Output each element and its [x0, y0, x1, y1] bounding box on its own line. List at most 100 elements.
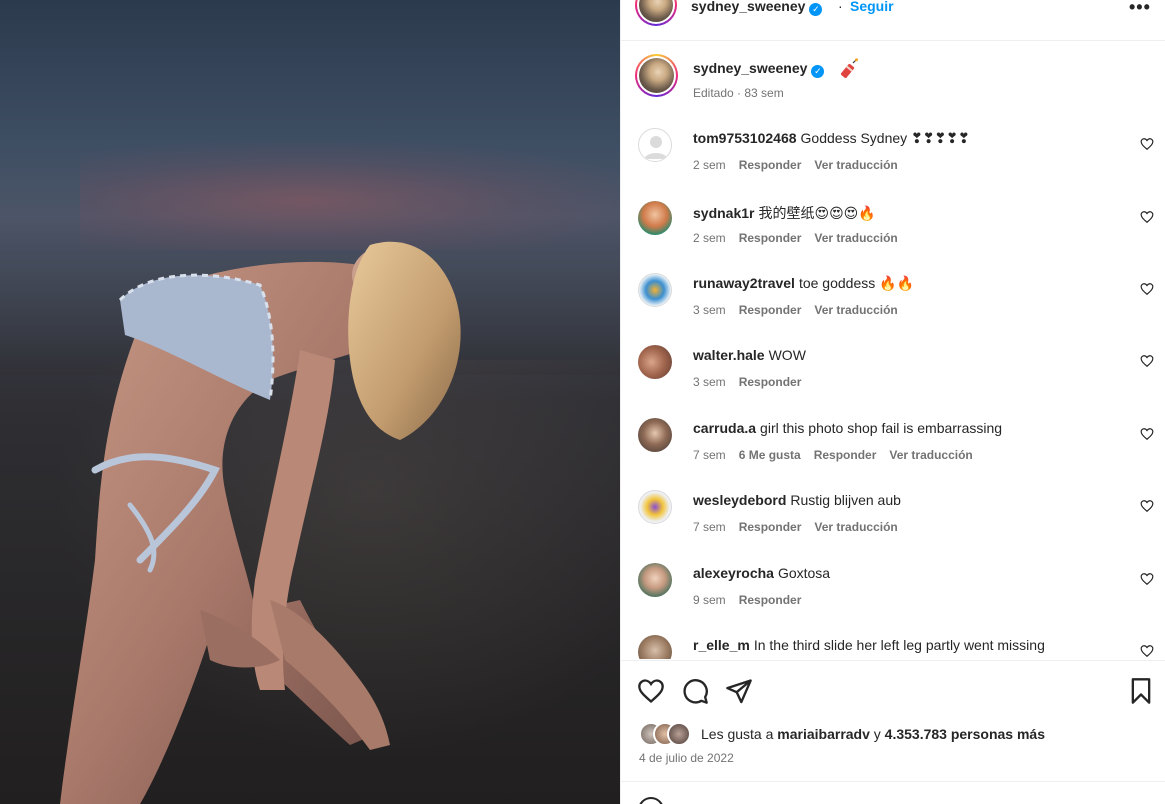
- comment-body: Goxtosa: [777, 565, 831, 581]
- translate-button[interactable]: Ver traducción: [889, 448, 972, 462]
- comment-username[interactable]: walter.hale: [693, 347, 765, 363]
- comment-avatar[interactable]: [638, 201, 672, 235]
- default-avatar-icon: [644, 136, 668, 159]
- comment-username[interactable]: runaway2travel: [693, 275, 795, 291]
- translate-button[interactable]: Ver traducción: [814, 158, 897, 172]
- heart-icon[interactable]: [1140, 572, 1154, 586]
- heart-icon[interactable]: [1140, 137, 1154, 151]
- comment-age: 2 sem: [693, 158, 726, 172]
- caption-meta: Editado · 83 sem: [693, 86, 784, 100]
- comment-username[interactable]: r_elle_m: [693, 637, 750, 653]
- comment-avatar[interactable]: [638, 418, 672, 452]
- comment-item: wesleydebord Rustig blijven aub 7 sem Resp…: [621, 473, 1165, 545]
- comments-list[interactable]: tom9753102468 Goddess Sydney ❣❣❣❣❣ 2 sem R…: [621, 111, 1165, 659]
- author-avatar[interactable]: [635, 0, 677, 26]
- caption-username-text[interactable]: sydney_sweeney: [693, 60, 807, 76]
- comment-text: runaway2travel toe goddess 🔥🔥: [693, 275, 914, 292]
- comment-username[interactable]: alexeyrocha: [693, 565, 774, 581]
- comment-avatar[interactable]: [638, 563, 672, 597]
- verified-icon: ✓: [809, 3, 823, 16]
- comment-icon[interactable]: [681, 677, 709, 705]
- comment-item: r_elle_m In the third slide her left leg …: [621, 618, 1165, 659]
- reply-button[interactable]: Responder: [739, 231, 802, 245]
- comment-item: runaway2travel toe goddess 🔥🔥 3 sem Respon…: [621, 256, 1165, 328]
- comment-text: sydnak1r 我的壁纸😍😍😍🔥: [693, 203, 876, 223]
- liker-avatar[interactable]: [667, 722, 691, 746]
- comment-text: wesleydebord Rustig blijven aub: [693, 492, 901, 508]
- verified-icon: ✓: [811, 65, 825, 78]
- comment-meta: 2 sem Responder Ver traducción: [693, 231, 911, 245]
- comment-body: Goddess Sydney ❣❣❣❣❣: [800, 130, 970, 146]
- comment-body: toe goddess 🔥🔥: [798, 275, 914, 291]
- action-bar: [621, 660, 1165, 720]
- comment-username[interactable]: wesleydebord: [693, 492, 786, 508]
- comment-avatar[interactable]: [638, 273, 672, 307]
- heart-icon[interactable]: [1140, 210, 1154, 224]
- comment-body: In the third slide her left leg partly w…: [753, 637, 1045, 653]
- comment-avatar[interactable]: [638, 490, 672, 524]
- comment-meta: 9 sem Responder: [693, 593, 814, 607]
- comment-age: 7 sem: [693, 520, 726, 534]
- author-username-text[interactable]: sydney_sweeney: [691, 0, 805, 14]
- translate-button[interactable]: Ver traducción: [814, 520, 897, 534]
- heart-icon[interactable]: [1140, 644, 1154, 658]
- heart-icon[interactable]: [1140, 354, 1154, 368]
- bookmark-icon[interactable]: [1127, 677, 1155, 705]
- caption-avatar[interactable]: [635, 54, 678, 97]
- more-icon[interactable]: •••: [1129, 0, 1151, 18]
- caption-username[interactable]: sydney_sweeney ✓: [693, 60, 825, 78]
- likes-conj: y: [873, 726, 881, 742]
- reply-button[interactable]: Responder: [739, 375, 802, 389]
- comment-likes-count[interactable]: 6 Me gusta: [739, 448, 801, 462]
- translate-button[interactable]: Ver traducción: [814, 231, 897, 245]
- comment-avatar[interactable]: [638, 345, 672, 379]
- comment-item: carruda.a girl this photo shop fail is em…: [621, 401, 1165, 473]
- comment-text: r_elle_m In the third slide her left leg …: [693, 637, 1045, 653]
- comment-meta: 7 sem Responder Ver traducción: [693, 520, 911, 534]
- comment-username[interactable]: sydnak1r: [693, 205, 754, 221]
- post-caption: sydney_sweeney ✓ Editado · 83 sem: [621, 41, 1165, 111]
- comment-item: sydnak1r 我的壁纸😍😍😍🔥 2 sem Responder Ver tradu…: [621, 184, 1165, 256]
- comment-body: WOW: [768, 347, 806, 363]
- post-header: sydney_sweeney ✓ · Seguir •••: [621, 0, 1165, 41]
- comment-body: 我的壁纸😍😍😍🔥: [758, 205, 876, 221]
- comment-item: alexeyrocha Goxtosa 9 sem Responder: [621, 546, 1165, 618]
- heart-icon[interactable]: [637, 677, 665, 705]
- likes-summary: Les gusta a mariaibarradv y 4.353.783 pe…: [639, 721, 1159, 747]
- comment-age: 9 sem: [693, 593, 726, 607]
- comment-avatar[interactable]: [638, 635, 672, 659]
- comment-text: tom9753102468 Goddess Sydney ❣❣❣❣❣: [693, 130, 970, 147]
- model-figure: [60, 241, 461, 804]
- likes-text: Les gusta a mariaibarradv y 4.353.783 pe…: [701, 726, 1045, 742]
- emoji-icon[interactable]: [638, 797, 664, 804]
- author-username[interactable]: sydney_sweeney ✓: [691, 0, 823, 16]
- share-icon[interactable]: [725, 677, 753, 705]
- reply-button[interactable]: Responder: [739, 520, 802, 534]
- comment-age: 7 sem: [693, 448, 726, 462]
- post-date[interactable]: 4 de julio de 2022: [639, 751, 734, 765]
- likes-prefix: Les gusta a: [701, 726, 774, 742]
- reply-button[interactable]: Responder: [739, 303, 802, 317]
- reply-button[interactable]: Responder: [739, 593, 802, 607]
- heart-icon[interactable]: [1140, 282, 1154, 296]
- reply-button[interactable]: Responder: [814, 448, 877, 462]
- heart-icon[interactable]: [1140, 427, 1154, 441]
- comment-username[interactable]: carruda.a: [693, 420, 756, 436]
- post-image[interactable]: [0, 0, 620, 804]
- comment-text: alexeyrocha Goxtosa: [693, 565, 830, 581]
- comment-age: 2 sem: [693, 231, 726, 245]
- post-sidebar: sydney_sweeney ✓ · Seguir ••• sydney_swee…: [620, 0, 1165, 804]
- follow-button[interactable]: Seguir: [850, 0, 894, 14]
- translate-button[interactable]: Ver traducción: [814, 303, 897, 317]
- likes-count[interactable]: 4.353.783 personas más: [885, 726, 1045, 742]
- liker-username[interactable]: mariaibarradv: [777, 726, 870, 742]
- comment-meta: 2 sem Responder Ver traducción: [693, 158, 911, 172]
- liker-avatars[interactable]: [639, 722, 699, 746]
- comment-avatar[interactable]: [638, 128, 672, 162]
- comment-age: 3 sem: [693, 375, 726, 389]
- comment-age: 3 sem: [693, 303, 726, 317]
- reply-button[interactable]: Responder: [739, 158, 802, 172]
- comment-username[interactable]: tom9753102468: [693, 130, 797, 146]
- comment-meta: 3 sem Responder: [693, 375, 814, 389]
- heart-icon[interactable]: [1140, 499, 1154, 513]
